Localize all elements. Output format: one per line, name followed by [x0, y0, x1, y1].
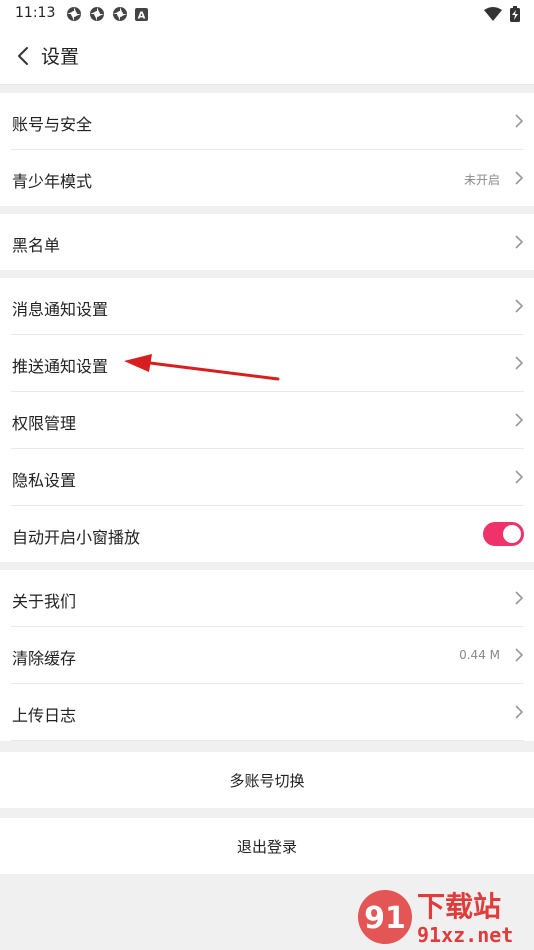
settings-group-account: 账号与安全 青少年模式 未开启: [0, 93, 534, 206]
settings-item-upload-log[interactable]: 上传日志: [11, 684, 524, 741]
watermark-logo-text: 91: [364, 901, 406, 936]
watermark-logo: 91 下载站 91xz.net: [358, 890, 513, 947]
chevron-right-icon: [515, 648, 524, 662]
chevron-right-icon: [515, 235, 524, 249]
chevron-right-icon: [515, 470, 524, 484]
settings-item-push-notifications[interactable]: 推送通知设置: [11, 335, 524, 392]
switch-account-button[interactable]: 多账号切换: [0, 752, 534, 808]
settings-item-label: 权限管理: [12, 414, 77, 433]
settings-item-privacy[interactable]: 隐私设置: [11, 449, 524, 506]
settings-item-label: 上传日志: [12, 706, 77, 725]
settings-item-about-us[interactable]: 关于我们: [11, 570, 524, 627]
settings-group-blacklist: 黑名单: [0, 214, 534, 270]
header: 设置: [0, 28, 534, 85]
app-notification-icon: [67, 7, 81, 21]
settings-item-label: 隐私设置: [12, 471, 77, 490]
toggle-knob: [503, 525, 521, 543]
settings-item-label: 消息通知设置: [12, 300, 109, 319]
watermark-title: 下载站: [417, 890, 501, 923]
auto-mini-window-toggle[interactable]: [483, 522, 524, 546]
settings-item-blacklist[interactable]: 黑名单: [11, 214, 524, 270]
settings-item-label: 推送通知设置: [12, 357, 109, 376]
chevron-right-icon: [515, 705, 524, 719]
settings-item-label: 黑名单: [12, 236, 61, 255]
settings-item-label: 关于我们: [12, 592, 77, 611]
page-title: 设置: [41, 46, 80, 68]
status-system-icons: [484, 6, 520, 22]
chevron-right-icon: [515, 114, 524, 128]
cache-size: 0.44 M: [459, 648, 500, 662]
wifi-icon: [484, 7, 502, 21]
settings-item-clear-cache[interactable]: 清除缓存 0.44 M: [11, 627, 524, 684]
chevron-right-icon: [515, 356, 524, 370]
text-a-icon: A: [135, 7, 148, 21]
logout-button[interactable]: 退出登录: [0, 818, 534, 874]
settings-item-account-security[interactable]: 账号与安全: [11, 93, 524, 150]
settings-item-auto-mini-window: 自动开启小窗播放: [11, 506, 524, 562]
settings-group-about: 关于我们 清除缓存 0.44 M 上传日志: [0, 570, 534, 741]
youth-mode-status: 未开启: [463, 173, 500, 187]
settings-group-notifications: 消息通知设置 推送通知设置 权限管理 隐私设置 自动开启小窗播放: [0, 278, 534, 562]
chevron-right-icon: [515, 413, 524, 427]
settings-item-label: 自动开启小窗播放: [12, 528, 141, 547]
chevron-right-icon: [515, 591, 524, 605]
settings-item-label: 账号与安全: [12, 115, 93, 134]
chevron-right-icon: [515, 171, 524, 185]
status-time: 11:13: [15, 5, 56, 21]
settings-item-message-notifications[interactable]: 消息通知设置: [11, 278, 524, 335]
app-notification-icon: [113, 7, 127, 21]
app-notification-icon: [90, 7, 104, 21]
settings-item-youth-mode[interactable]: 青少年模式 未开启: [11, 150, 524, 206]
settings-item-label: 青少年模式: [12, 172, 93, 191]
watermark-url: 91xz.net: [417, 923, 513, 947]
back-arrow-icon[interactable]: [12, 44, 36, 68]
chevron-right-icon: [515, 299, 524, 313]
svg-text:A: A: [138, 10, 146, 21]
status-bar: 11:13 A: [0, 0, 534, 28]
settings-item-label: 清除缓存: [12, 649, 77, 668]
settings-item-permissions[interactable]: 权限管理: [11, 392, 524, 449]
status-notifications: A: [66, 6, 148, 22]
battery-charging-icon: [510, 6, 520, 22]
